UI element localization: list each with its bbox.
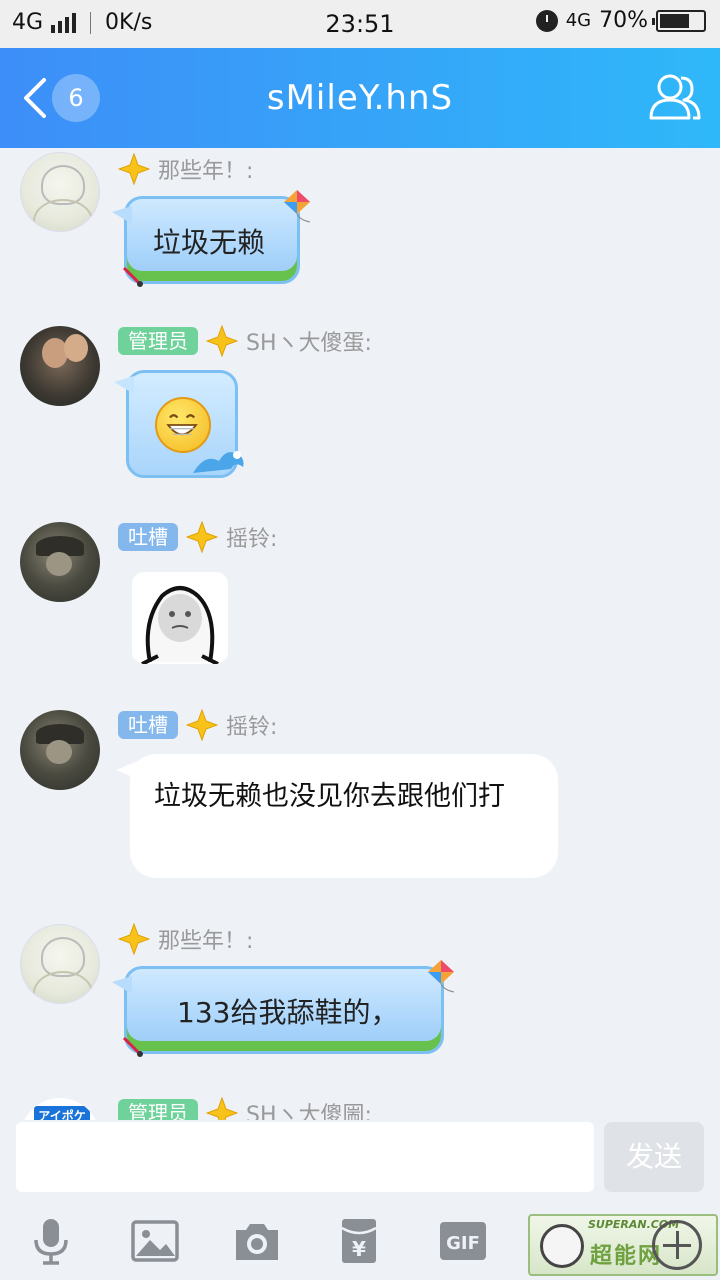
status-bar: 4G 0K/s 23:51 4G 70%: [0, 0, 720, 48]
sender-name: SHヽ大傻圌:: [246, 1103, 372, 1120]
group-members-icon[interactable]: [648, 72, 702, 122]
microphone-icon[interactable]: [26, 1216, 76, 1266]
message-item: 管理员 SHヽ大傻蛋:: [0, 324, 720, 484]
red-packet-icon[interactable]: ¥: [334, 1216, 384, 1266]
bubble-tail: [116, 760, 140, 780]
sender-name: 摇铃:: [226, 715, 278, 740]
avatar[interactable]: [20, 326, 100, 406]
input-toolbar: ¥ GIF SUPERAN.COM 超能网: [0, 1200, 720, 1280]
avatar[interactable]: [20, 152, 100, 232]
alarm-icon: [535, 9, 558, 32]
message-bubble[interactable]: [126, 370, 244, 478]
diamond-rank-icon: [117, 152, 151, 186]
bubble-tail: [114, 376, 134, 394]
kite-string-icon: [122, 266, 143, 287]
message-item: 吐槽 摇铃: 垃圾无赖也没见你去跟他们打: [0, 708, 720, 888]
message-text: 133给我舔鞋的，: [177, 996, 399, 1029]
kite-string-icon: [122, 1036, 143, 1057]
diamond-rank-icon: [205, 324, 239, 358]
battery-icon: [652, 9, 706, 32]
message-header: 那些年！:: [117, 152, 254, 186]
gif-label: GIF: [446, 1233, 480, 1254]
admin-tag: 管理员: [118, 327, 198, 355]
plus-icon[interactable]: [652, 1220, 702, 1270]
red-packet-label: ¥: [352, 1237, 366, 1261]
message-text: 垃圾无赖: [153, 226, 266, 259]
image-icon[interactable]: [130, 1216, 180, 1266]
sender-name: 摇铃:: [226, 527, 278, 552]
sender-name: SHヽ大傻蛋:: [246, 331, 372, 356]
avatar-logo-text: アイポケ: [34, 1106, 90, 1120]
diamond-rank-icon: [205, 1096, 239, 1120]
avatar[interactable]: [20, 522, 100, 602]
page-title: sMileY.hnS: [266, 78, 454, 118]
watermark-emblem: [540, 1224, 584, 1268]
gif-icon[interactable]: GIF: [438, 1216, 488, 1266]
diamond-rank-icon: [185, 520, 219, 554]
network-type-right: 4G: [565, 9, 592, 31]
watermark-logo: SUPERAN.COM 超能网: [528, 1214, 718, 1276]
diamond-rank-icon: [185, 708, 219, 742]
sender-name: 那些年！:: [158, 159, 254, 184]
message-item: 那些年！: 133给我舔鞋的，: [0, 922, 720, 1062]
complain-tag: 吐槽: [118, 523, 178, 551]
avatar[interactable]: [20, 924, 100, 1004]
message-bubble[interactable]: 133给我舔鞋的，: [124, 966, 444, 1054]
kite-icon: [428, 960, 455, 993]
diamond-rank-icon: [117, 922, 151, 956]
battery-fill: [660, 13, 690, 28]
message-bubble[interactable]: 垃圾无赖也没见你去跟他们打: [130, 754, 558, 878]
chat-header: 6 sMileY.hnS: [0, 48, 720, 148]
message-header: 那些年！:: [117, 922, 254, 956]
sender-name: 那些年！:: [158, 929, 254, 954]
message-input[interactable]: [16, 1122, 594, 1192]
chat-messages[interactable]: 那些年！: 垃圾无赖 管理员 SHヽ大傻蛋: 吐槽 摇铃: 吐槽 摇铃: 垃圾无…: [0, 148, 720, 1120]
message-text: 垃圾无赖也没见你去跟他们打: [154, 781, 505, 812]
meme-face-sticker[interactable]: [132, 572, 228, 664]
send-button[interactable]: 发送: [604, 1122, 704, 1192]
avatar[interactable]: アイポケ: [20, 1098, 100, 1120]
avatar[interactable]: [20, 710, 100, 790]
kite-icon: [284, 190, 311, 223]
message-item: 吐槽 摇铃:: [0, 520, 720, 670]
message-header: 吐槽 摇铃:: [118, 708, 277, 742]
bubble-tail: [112, 206, 132, 224]
composer: 发送: [0, 1120, 720, 1200]
message-header: 吐槽 摇铃:: [118, 520, 277, 554]
complain-tag: 吐槽: [118, 711, 178, 739]
message-bubble[interactable]: 垃圾无赖: [124, 196, 300, 284]
message-item: アイポケ 管理员 SHヽ大傻圌:: [0, 1096, 720, 1120]
admin-tag: 管理员: [118, 1099, 198, 1120]
camera-icon[interactable]: [232, 1216, 282, 1266]
battery-percent: 70%: [599, 8, 648, 33]
wave-icon: [193, 451, 244, 473]
bubble-tail: [112, 976, 132, 994]
message-header: 管理员 SHヽ大傻圌:: [118, 1096, 372, 1120]
message-item: 那些年！: 垃圾无赖: [0, 152, 720, 292]
message-header: 管理员 SHヽ大傻蛋:: [118, 324, 372, 358]
